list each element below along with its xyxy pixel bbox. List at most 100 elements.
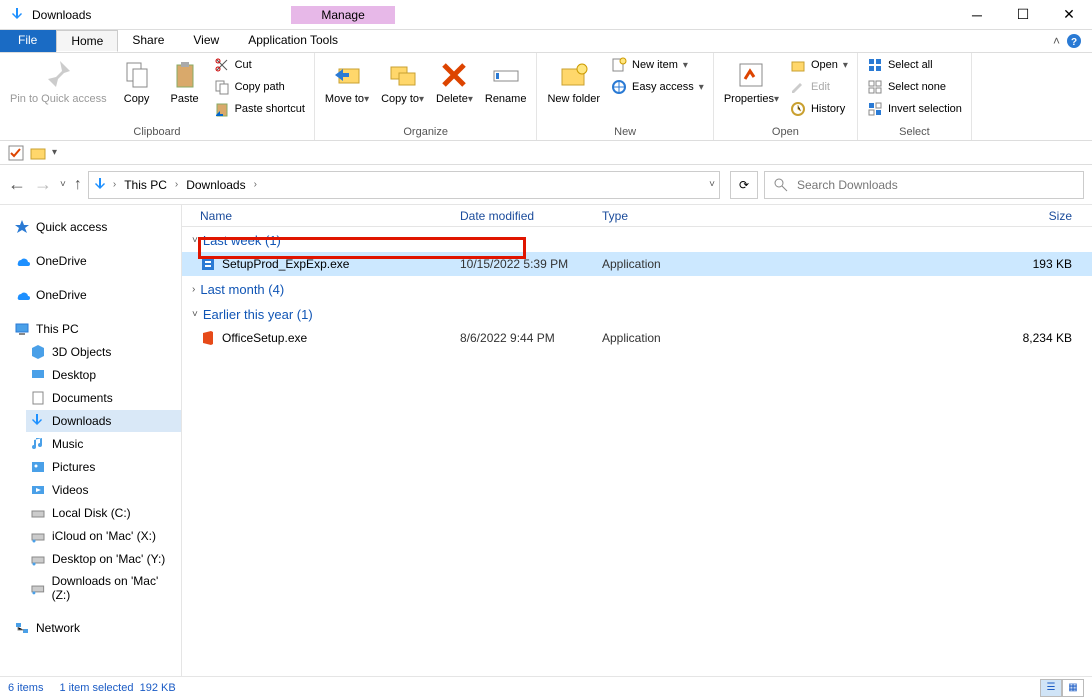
- titlebar: Downloads Manage ─ ☐ ✕: [0, 0, 1092, 30]
- breadcrumb[interactable]: › This PC › Downloads › ˅: [88, 171, 720, 199]
- qat-folder-icon[interactable]: [30, 145, 46, 161]
- tab-share[interactable]: Share: [118, 30, 179, 52]
- column-headers: Name Date modified Type Size: [182, 205, 1092, 227]
- tree-videos[interactable]: Videos: [26, 479, 181, 501]
- new-folder-button[interactable]: New folder: [543, 55, 604, 108]
- open-button[interactable]: Open▾: [787, 55, 851, 75]
- history-button[interactable]: History: [787, 99, 851, 119]
- open-icon: [790, 57, 806, 73]
- tab-application-tools[interactable]: Application Tools: [234, 30, 353, 52]
- maximize-button[interactable]: ☐: [1000, 0, 1046, 30]
- qat-checkbox-icon[interactable]: [8, 145, 24, 161]
- refresh-button[interactable]: ⟳: [730, 171, 758, 199]
- ribbon-group-new: New: [543, 126, 706, 140]
- column-name[interactable]: Name: [200, 209, 460, 223]
- file-row-setupprod[interactable]: SetupProd_ExpExp.exe 10/15/2022 5:39 PM …: [182, 252, 1092, 276]
- file-row-officesetup[interactable]: OfficeSetup.exe 8/6/2022 9:44 PM Applica…: [182, 326, 1092, 350]
- tree-3d-objects[interactable]: 3D Objects: [26, 341, 181, 363]
- ribbon-collapse-icon[interactable]: ˄: [1053, 34, 1060, 48]
- new-item-icon: [611, 57, 627, 73]
- tree-network[interactable]: Network: [10, 617, 181, 639]
- column-date[interactable]: Date modified: [460, 209, 602, 223]
- ribbon-group-clipboard: Clipboard: [6, 126, 308, 140]
- tree-desktop-mac[interactable]: Desktop on 'Mac' (Y:): [26, 548, 181, 570]
- qat-dropdown-icon[interactable]: ▾: [52, 147, 57, 158]
- properties-icon: [735, 59, 767, 91]
- paste-button[interactable]: Paste: [163, 55, 207, 107]
- tree-pictures[interactable]: Pictures: [26, 456, 181, 478]
- close-button[interactable]: ✕: [1046, 0, 1092, 30]
- pin-icon: [42, 59, 74, 91]
- tree-onedrive-2[interactable]: OneDrive: [10, 284, 181, 306]
- select-none-icon: [867, 79, 883, 95]
- copy-path-button[interactable]: Copy path: [211, 77, 308, 97]
- breadcrumb-dropdown[interactable]: ˅: [709, 179, 715, 190]
- network-drive-icon: [30, 528, 46, 544]
- delete-button[interactable]: Delete▾: [432, 55, 477, 107]
- tree-downloads-mac[interactable]: Downloads on 'Mac' (Z:): [26, 571, 181, 605]
- nav-recent-dropdown[interactable]: ˅: [60, 179, 66, 190]
- tree-this-pc[interactable]: This PC: [10, 318, 181, 340]
- tree-local-disk[interactable]: Local Disk (C:): [26, 502, 181, 524]
- breadcrumb-downloads[interactable]: Downloads: [182, 178, 249, 192]
- window-title: Downloads: [32, 8, 91, 22]
- network-icon: [14, 620, 30, 636]
- ribbon-group-select: Select: [864, 126, 965, 140]
- tab-home[interactable]: Home: [56, 30, 118, 52]
- properties-button[interactable]: Properties▾: [720, 55, 783, 107]
- downloads-icon: [30, 413, 46, 429]
- nav-up-button[interactable]: ↑: [74, 176, 82, 194]
- tree-icloud-mac[interactable]: iCloud on 'Mac' (X:): [26, 525, 181, 547]
- select-none-button[interactable]: Select none: [864, 77, 965, 97]
- tree-onedrive-1[interactable]: OneDrive: [10, 250, 181, 272]
- column-type[interactable]: Type: [602, 209, 908, 223]
- exe-icon: [200, 256, 216, 272]
- copy-button[interactable]: Copy: [115, 55, 159, 107]
- tree-desktop[interactable]: Desktop: [26, 364, 181, 386]
- ribbon-tabs: File Home Share View Application Tools ˄…: [0, 30, 1092, 53]
- search-input[interactable]: Search Downloads: [764, 171, 1084, 199]
- tree-documents[interactable]: Documents: [26, 387, 181, 409]
- tree-music[interactable]: Music: [26, 433, 181, 455]
- nav-forward-button[interactable]: →: [34, 174, 52, 195]
- cut-button[interactable]: Cut: [211, 55, 308, 75]
- breadcrumb-this-pc[interactable]: This PC: [120, 178, 171, 192]
- copy-path-icon: [214, 79, 230, 95]
- tab-file[interactable]: File: [0, 30, 56, 52]
- drive-icon: [30, 505, 46, 521]
- copy-to-button[interactable]: Copy to▾: [377, 55, 428, 107]
- cube-icon: [30, 344, 46, 360]
- move-to-button[interactable]: Move to▾: [321, 55, 373, 107]
- ribbon-group-organize: Organize: [321, 126, 531, 140]
- new-item-button[interactable]: New item▾: [608, 55, 707, 75]
- status-size: 192 KB: [140, 682, 176, 694]
- invert-selection-icon: [867, 101, 883, 117]
- view-details-button[interactable]: ☰: [1040, 679, 1062, 697]
- group-last-month[interactable]: ›Last month (4): [182, 276, 1092, 301]
- group-last-week[interactable]: ˅Last week (1): [182, 227, 1092, 252]
- easy-access-icon: [611, 79, 627, 95]
- rename-button[interactable]: Rename: [481, 55, 531, 107]
- tree-downloads[interactable]: Downloads: [26, 410, 181, 432]
- minimize-button[interactable]: ─: [954, 0, 1000, 30]
- help-icon[interactable]: ?: [1066, 33, 1082, 49]
- view-thumbnails-button[interactable]: ▦: [1062, 679, 1084, 697]
- pc-icon: [14, 321, 30, 337]
- scissors-icon: [214, 57, 230, 73]
- paste-shortcut-button[interactable]: Paste shortcut: [211, 99, 308, 119]
- select-all-button[interactable]: Select all: [864, 55, 965, 75]
- downloads-bc-icon: [93, 177, 109, 193]
- nav-back-button[interactable]: ←: [8, 174, 26, 195]
- easy-access-button[interactable]: Easy access▾: [608, 77, 707, 97]
- group-earlier-year[interactable]: ˅Earlier this year (1): [182, 301, 1092, 326]
- paste-shortcut-icon: [214, 101, 230, 117]
- contextual-tab-manage[interactable]: Manage: [291, 6, 394, 24]
- history-icon: [790, 101, 806, 117]
- edit-button[interactable]: Edit: [787, 77, 851, 97]
- tab-view[interactable]: View: [179, 30, 234, 52]
- pin-to-quick-access-button[interactable]: Pin to Quick access: [6, 55, 111, 108]
- column-size[interactable]: Size: [908, 209, 1092, 223]
- invert-selection-button[interactable]: Invert selection: [864, 99, 965, 119]
- new-folder-icon: [558, 59, 590, 91]
- tree-quick-access[interactable]: Quick access: [10, 216, 181, 238]
